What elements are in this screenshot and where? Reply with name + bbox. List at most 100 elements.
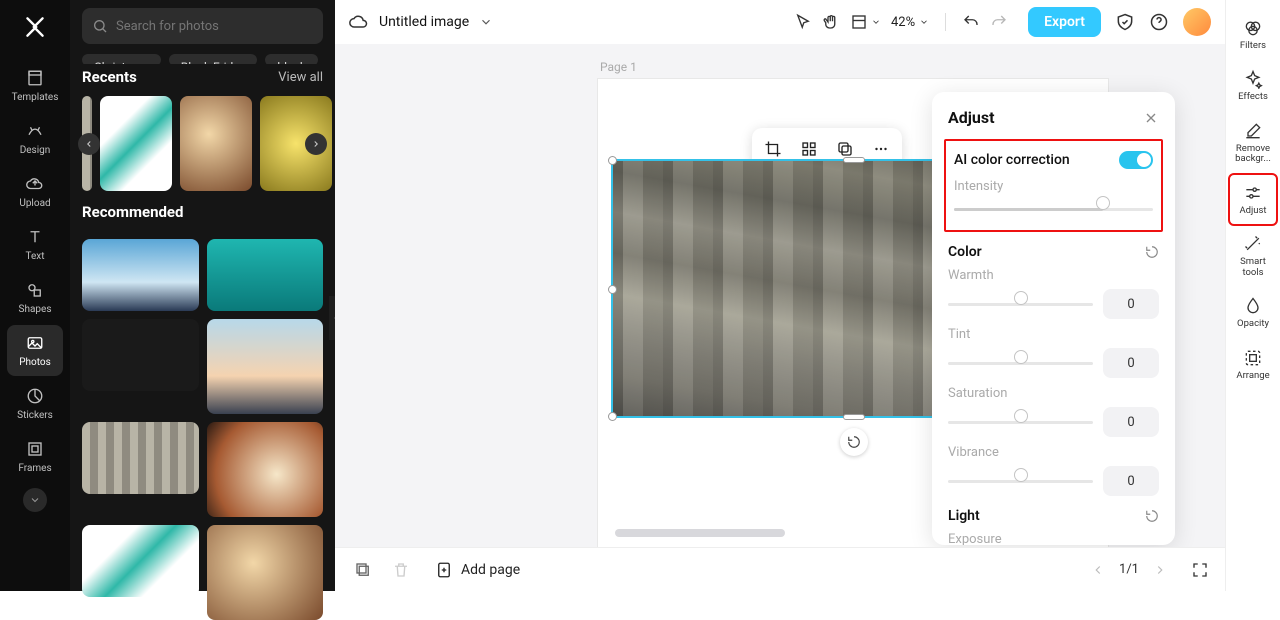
recommended-thumb[interactable] xyxy=(207,319,324,414)
search-input-wrap[interactable] xyxy=(82,8,323,44)
resize-handle[interactable] xyxy=(608,412,617,421)
nav-label: Stickers xyxy=(17,410,53,421)
recommended-thumb[interactable] xyxy=(82,239,199,311)
nav-stickers[interactable]: Stickers xyxy=(7,378,63,429)
zoom-level[interactable]: 42% xyxy=(891,15,929,30)
tint-value[interactable]: 0 xyxy=(1103,348,1159,378)
rail-label: Adjust xyxy=(1239,206,1266,216)
rail-arrange[interactable]: Arrange xyxy=(1230,340,1276,389)
nav-templates[interactable]: Templates xyxy=(7,60,63,111)
tag-black-friday[interactable]: Black Friday xyxy=(169,54,258,64)
rail-effects[interactable]: Effects xyxy=(1230,61,1276,110)
left-nav: Templates Design Upload Text Shapes Phot… xyxy=(0,0,70,591)
doc-title[interactable]: Untitled image xyxy=(379,14,469,30)
rail-adjust[interactable]: Adjust xyxy=(1230,175,1276,224)
cloud-icon[interactable] xyxy=(349,12,369,32)
topbar: Untitled image 42% Export xyxy=(335,0,1225,44)
help-icon[interactable] xyxy=(1149,12,1169,32)
fullscreen-button[interactable] xyxy=(1191,561,1209,579)
add-page-button[interactable]: Add page xyxy=(435,561,520,579)
rail-filters[interactable]: Filters xyxy=(1230,10,1276,59)
tint-label: Tint xyxy=(948,327,1159,342)
resize-handle[interactable] xyxy=(843,414,865,420)
reset-light[interactable] xyxy=(1145,509,1159,523)
saturation-slider[interactable] xyxy=(948,415,1093,429)
reset-color[interactable] xyxy=(1145,245,1159,259)
main-area: Untitled image 42% Export Page 1 xyxy=(335,0,1225,591)
redo-button[interactable] xyxy=(990,13,1008,31)
resize-handle[interactable] xyxy=(608,285,617,294)
pointer-tool[interactable] xyxy=(794,13,812,31)
tint-slider[interactable] xyxy=(948,356,1093,370)
bottombar: Add page 1/1 xyxy=(335,547,1225,591)
param-warmth: Warmth 0 xyxy=(948,268,1159,319)
search-input[interactable] xyxy=(116,19,313,34)
undo-button[interactable] xyxy=(962,13,980,31)
warmth-slider[interactable] xyxy=(948,297,1093,311)
rail-smart-tools[interactable]: Smart tools xyxy=(1230,226,1276,286)
ai-color-toggle[interactable] xyxy=(1119,151,1153,169)
tag-black[interactable]: black xyxy=(265,54,318,64)
canvas-scrollbar[interactable] xyxy=(615,529,785,537)
adjust-title: Adjust xyxy=(948,108,995,127)
filters-icon xyxy=(1243,18,1263,38)
recommended-thumb[interactable] xyxy=(82,525,199,597)
nav-frames[interactable]: Frames xyxy=(7,431,63,482)
frames-icon xyxy=(25,439,45,459)
warmth-label: Warmth xyxy=(948,268,1159,283)
recents-view-all[interactable]: View all xyxy=(278,70,323,85)
resize-handle[interactable] xyxy=(608,156,617,165)
rail-label: Opacity xyxy=(1237,319,1269,329)
nav-text[interactable]: Text xyxy=(7,219,63,270)
next-page[interactable] xyxy=(1153,563,1167,577)
nav-label: Frames xyxy=(18,463,51,474)
recommended-thumb[interactable] xyxy=(82,422,199,494)
warmth-value[interactable]: 0 xyxy=(1103,289,1159,319)
recommended-thumb[interactable] xyxy=(207,239,324,311)
recent-thumb[interactable] xyxy=(100,96,172,191)
nav-label: Photos xyxy=(19,357,51,368)
nav-upload[interactable]: Upload xyxy=(7,166,63,217)
shield-icon[interactable] xyxy=(1115,12,1135,32)
nav-design[interactable]: Design xyxy=(7,113,63,164)
rail-label: Remove backgr... xyxy=(1230,144,1276,165)
rail-opacity[interactable]: Opacity xyxy=(1230,288,1276,337)
param-vibrance: Vibrance 0 xyxy=(948,445,1159,496)
nav-more[interactable] xyxy=(23,488,47,512)
prev-page[interactable] xyxy=(1091,563,1105,577)
nav-shapes[interactable]: Shapes xyxy=(7,272,63,323)
erase-icon xyxy=(1243,121,1263,141)
rotate-handle[interactable] xyxy=(840,428,868,456)
recent-thumb[interactable] xyxy=(180,96,252,191)
intensity-slider[interactable] xyxy=(954,202,1153,216)
page-indicator: 1/1 xyxy=(1119,562,1139,577)
recommended-thumb[interactable] xyxy=(207,422,324,517)
delete-button xyxy=(389,558,413,582)
opacity-icon xyxy=(1243,296,1263,316)
rail-remove-bg[interactable]: Remove backgr... xyxy=(1230,113,1276,173)
saturation-value[interactable]: 0 xyxy=(1103,407,1159,437)
nav-photos[interactable]: Photos xyxy=(7,325,63,376)
app-logo[interactable] xyxy=(20,12,50,42)
hand-tool[interactable] xyxy=(822,13,840,31)
recents-next[interactable] xyxy=(305,133,327,155)
arrange-icon xyxy=(1243,348,1263,368)
recents-title: Recents xyxy=(82,68,137,86)
vibrance-value[interactable]: 0 xyxy=(1103,466,1159,496)
close-adjust[interactable] xyxy=(1143,110,1159,126)
vibrance-slider[interactable] xyxy=(948,474,1093,488)
recommended-thumb[interactable] xyxy=(82,319,199,391)
crop-resize-dropdown[interactable] xyxy=(850,13,881,31)
tag-christmas[interactable]: Christmas xyxy=(82,54,161,64)
doc-title-dropdown[interactable] xyxy=(479,15,493,29)
nav-label: Text xyxy=(25,251,44,262)
recommended-thumb[interactable] xyxy=(207,525,324,620)
export-button[interactable]: Export xyxy=(1028,7,1101,37)
user-avatar[interactable] xyxy=(1183,8,1211,36)
resize-handle[interactable] xyxy=(843,157,865,163)
layers-button[interactable] xyxy=(351,558,375,582)
param-saturation: Saturation 0 xyxy=(948,386,1159,437)
ai-color-correction-highlight: AI color correction Intensity xyxy=(944,139,1163,232)
recents-prev[interactable] xyxy=(78,133,100,155)
canvas-area[interactable]: Page 1 Adjust xyxy=(335,44,1225,547)
